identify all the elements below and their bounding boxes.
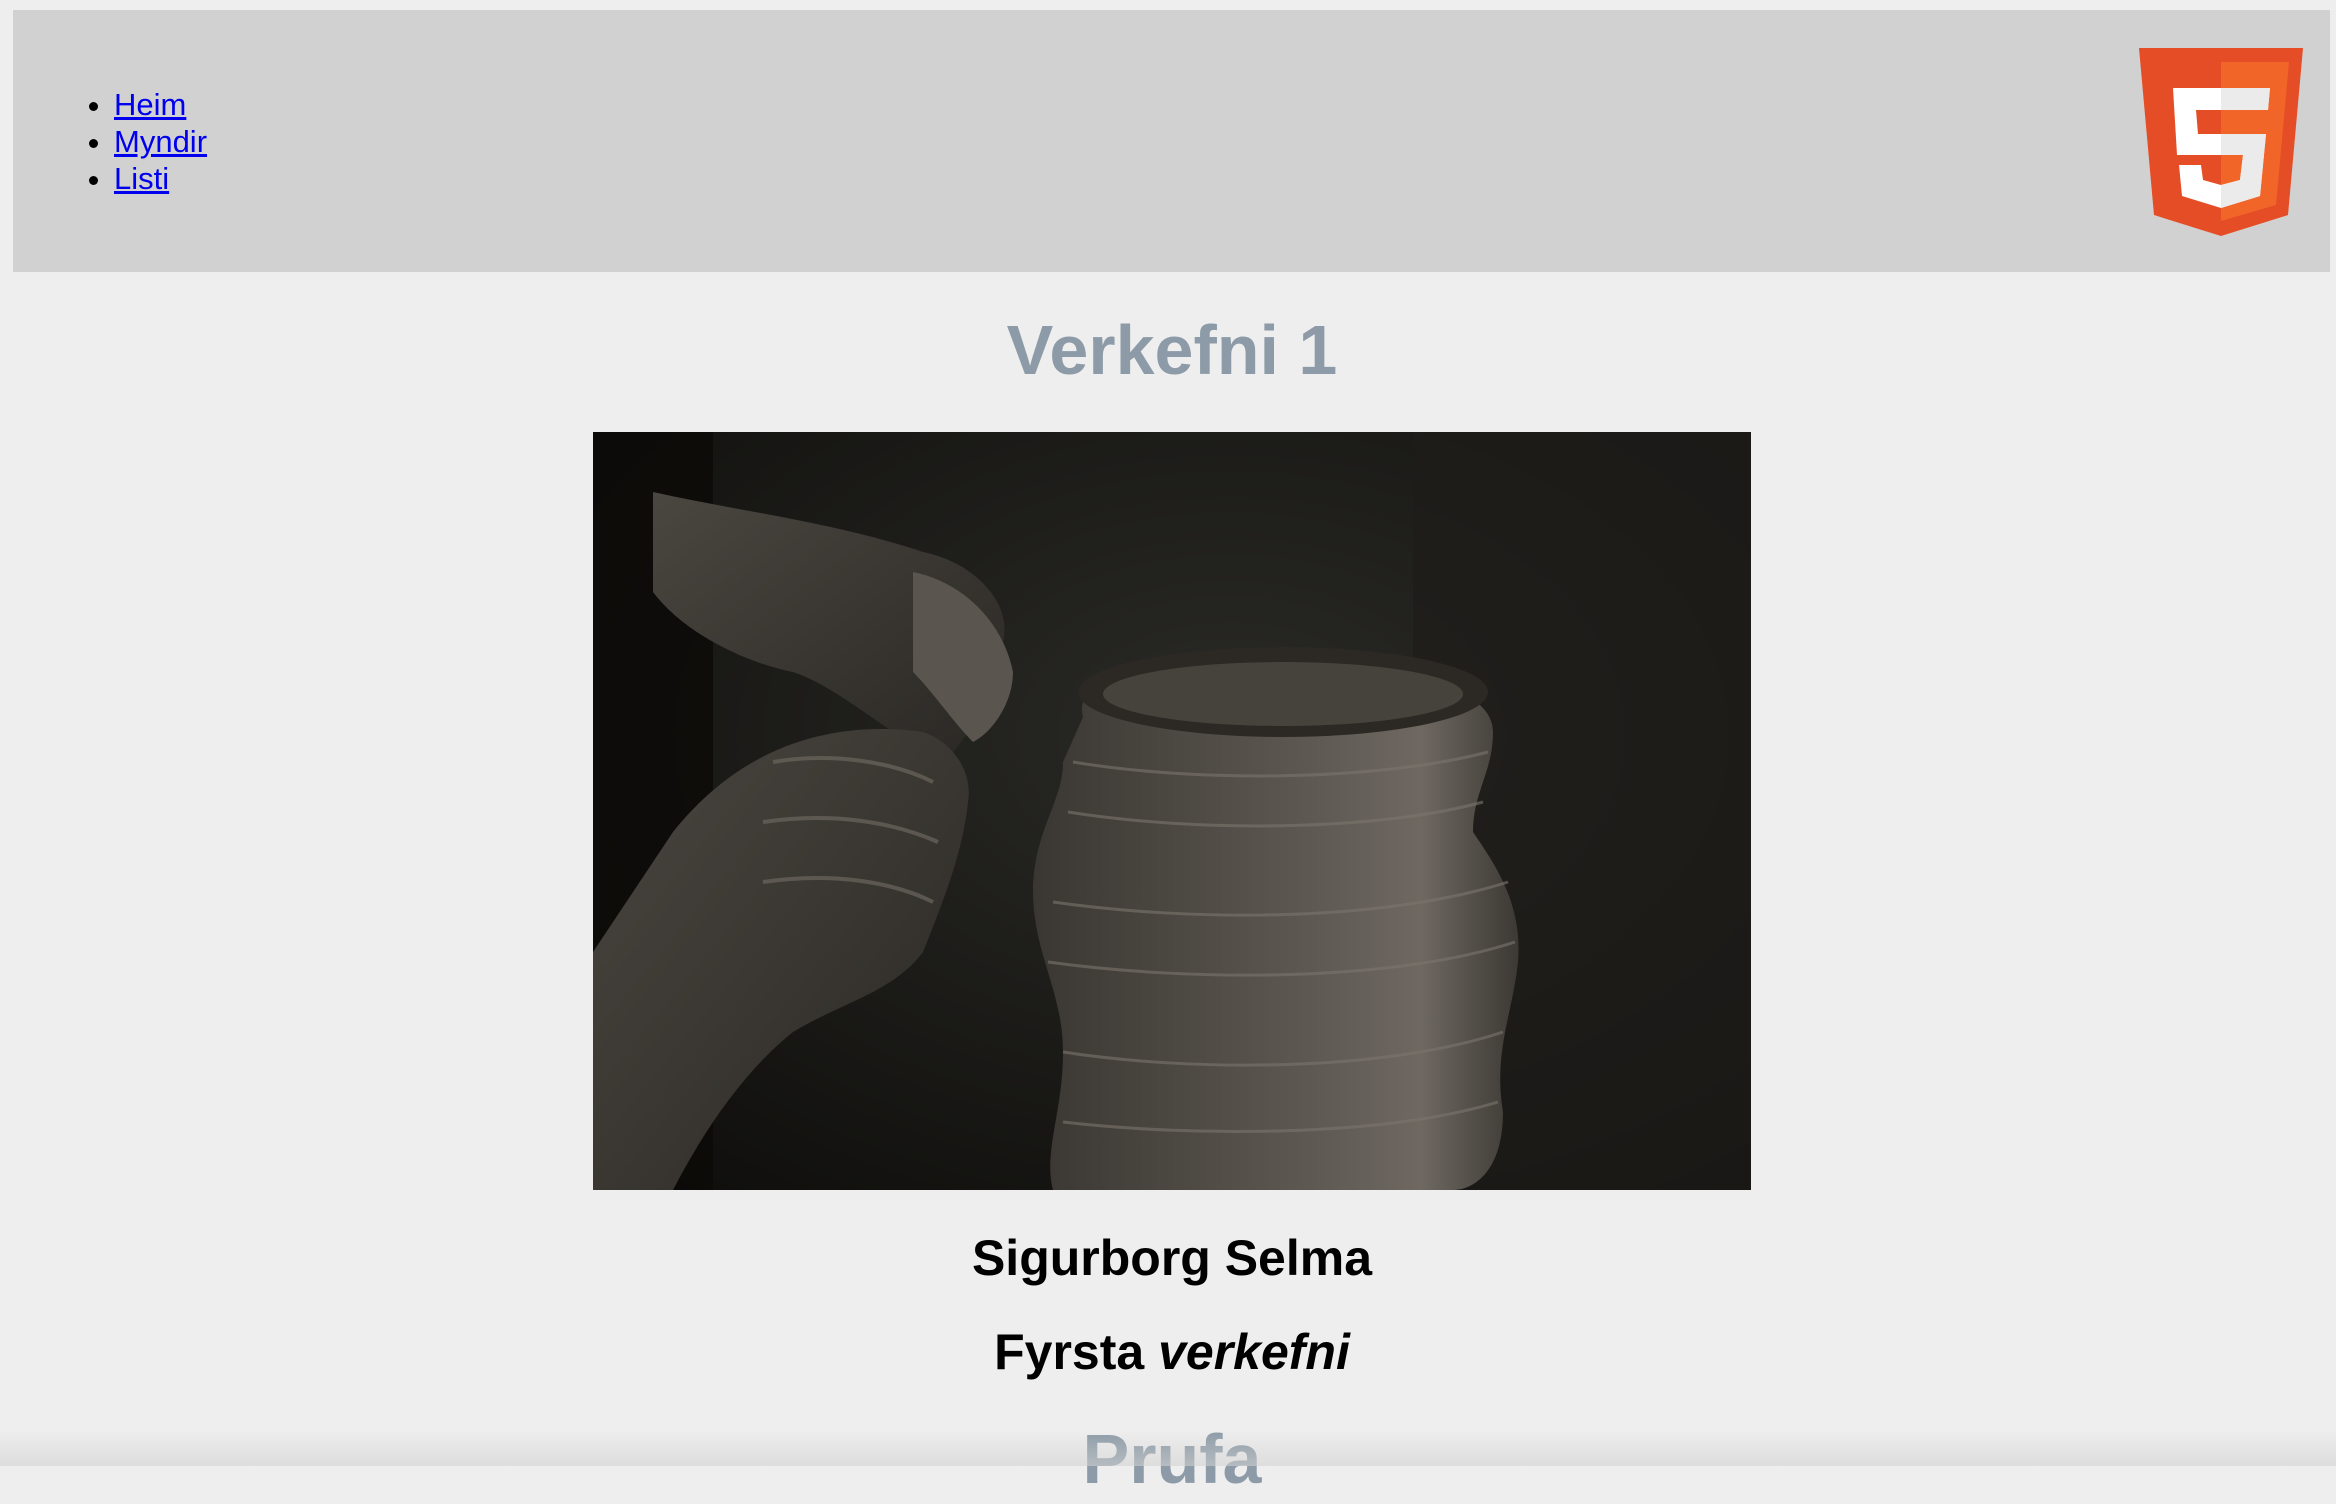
- subtitle-plain: Fyrsta: [994, 1324, 1145, 1380]
- page-title: Verkefni 1: [1006, 311, 1338, 389]
- pottery-photo: [593, 432, 1751, 1190]
- nav-link-heim[interactable]: Heim: [114, 87, 186, 122]
- main-nav: Heim Myndir Listi: [13, 86, 207, 197]
- nav-item-listi: Listi: [114, 160, 207, 197]
- html5-logo-icon: [2139, 48, 2303, 236]
- scroll-fade: [0, 1430, 2336, 1466]
- nav-item-heim: Heim: [114, 86, 207, 123]
- subtitle-italic: verkefni: [1158, 1324, 1350, 1380]
- author-name: Sigurborg Selma: [971, 1230, 1373, 1286]
- nav-link-myndir[interactable]: Myndir: [114, 124, 207, 159]
- nav-link-listi[interactable]: Listi: [114, 161, 169, 196]
- nav-item-myndir: Myndir: [114, 123, 207, 160]
- subtitle: Fyrsta verkefni: [0, 1322, 2336, 1382]
- site-header: Heim Myndir Listi: [13, 10, 2330, 272]
